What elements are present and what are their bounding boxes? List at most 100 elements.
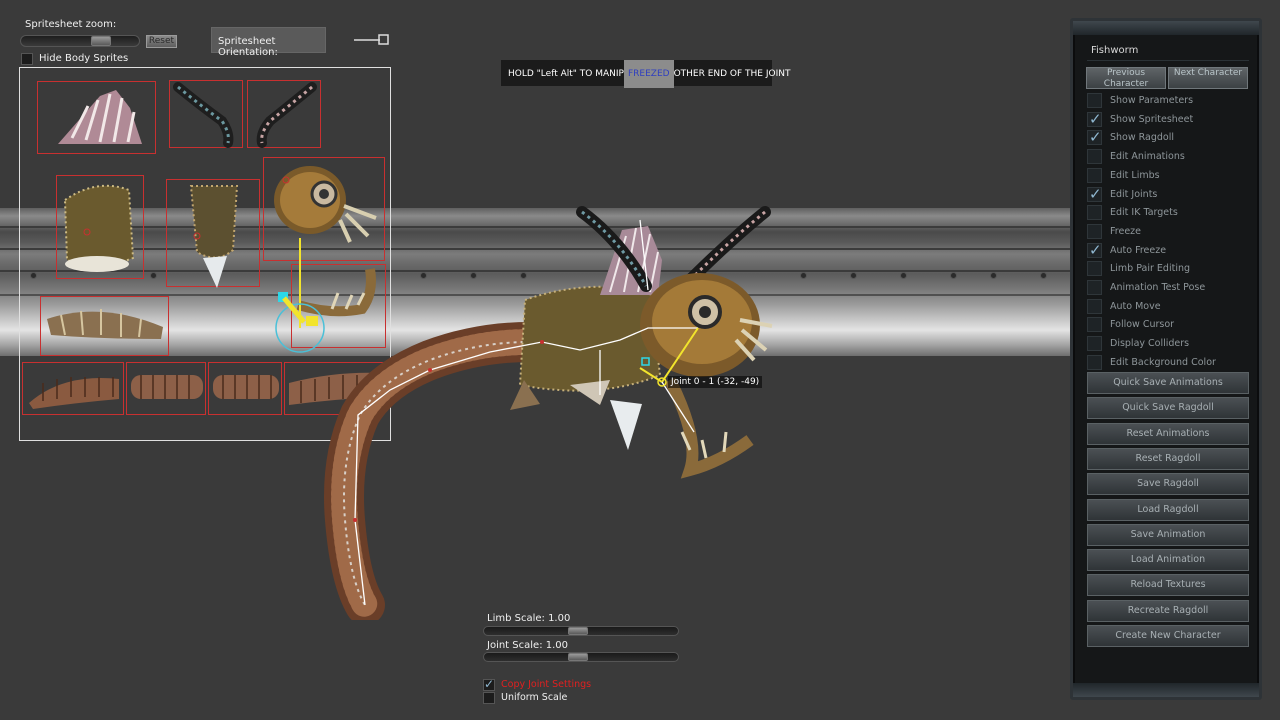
option-label: Edit Joints	[1110, 188, 1158, 200]
joint-scale-slider[interactable]	[483, 652, 679, 662]
body-scale-sprite-icon	[63, 184, 135, 272]
option-checkbox[interactable]	[1087, 93, 1102, 108]
option-checkbox[interactable]	[1087, 317, 1102, 333]
option-row[interactable]: Auto Move	[1087, 298, 1257, 316]
spritesheet-orientation-button[interactable]: Spritesheet Orientation:	[211, 27, 326, 58]
option-checkbox[interactable]	[1087, 241, 1102, 259]
limb-scale-slider[interactable]	[483, 626, 679, 636]
next-character-button[interactable]: Next Character	[1168, 67, 1248, 89]
option-label: Freeze	[1110, 225, 1141, 237]
option-row[interactable]: Edit Limbs	[1087, 167, 1257, 185]
spritesheet-zoom-label: Spritesheet zoom:	[25, 19, 117, 30]
option-label: Auto Move	[1110, 300, 1161, 312]
action-button[interactable]: Reset Ragdoll	[1087, 447, 1249, 470]
option-row[interactable]: Edit Background Color	[1087, 354, 1257, 372]
option-label: Show Parameters	[1110, 95, 1194, 106]
option-row[interactable]: Display Colliders	[1087, 335, 1257, 353]
rivet	[950, 272, 957, 279]
option-label: Limb Pair Editing	[1110, 263, 1191, 275]
action-button[interactable]: Quick Save Animations	[1087, 372, 1249, 394]
sprite-worm-segment-1[interactable]	[22, 362, 124, 415]
option-row[interactable]: Show Parameters	[1087, 92, 1257, 110]
fishworm-ragdoll[interactable]	[310, 200, 810, 620]
option-row[interactable]: Animation Test Pose	[1087, 279, 1257, 297]
option-row[interactable]: Edit Joints	[1087, 185, 1257, 204]
option-row[interactable]: Freeze	[1087, 223, 1257, 241]
option-label: Edit IK Targets	[1110, 207, 1178, 219]
option-label: Edit Animations	[1110, 151, 1185, 163]
option-checkbox[interactable]	[1087, 336, 1102, 352]
hint-text-after: OTHER END OF THE JOINT	[673, 69, 791, 79]
action-button[interactable]: Save Ragdoll	[1087, 473, 1249, 496]
action-button[interactable]: Save Animation	[1087, 523, 1249, 546]
option-row[interactable]: Edit IK Targets	[1087, 204, 1257, 222]
option-label: Show Spritesheet	[1110, 113, 1194, 125]
horn-sprite-icon	[173, 82, 234, 148]
rivet	[990, 272, 997, 279]
option-checkbox[interactable]	[1087, 205, 1102, 221]
horn-sprite-icon	[256, 82, 317, 148]
action-button[interactable]: Reset Animations	[1087, 422, 1249, 445]
sprite-body-rear[interactable]	[166, 179, 260, 288]
panel-top-frame	[1073, 21, 1259, 35]
option-row[interactable]: Limb Pair Editing	[1087, 260, 1257, 278]
option-label: Animation Test Pose	[1110, 282, 1206, 293]
action-button[interactable]: Load Animation	[1087, 549, 1249, 572]
option-checkbox[interactable]	[1087, 185, 1102, 203]
option-label: Follow Cursor	[1110, 319, 1175, 331]
option-checkbox[interactable]	[1087, 280, 1102, 295]
slider-knob[interactable]	[568, 653, 588, 661]
spritesheet-zoom-slider[interactable]	[20, 35, 140, 47]
slider-knob[interactable]	[568, 627, 588, 635]
action-button[interactable]: Quick Save Ragdoll	[1087, 397, 1249, 420]
character-editor-panel: Fishworm Previous Character Next Charact…	[1070, 18, 1262, 700]
worm-segment-sprite-icon	[131, 375, 203, 399]
option-row[interactable]: Auto Freeze	[1087, 241, 1257, 260]
action-button[interactable]: Create New Character	[1087, 625, 1249, 647]
worm-segment-sprite-icon	[29, 377, 119, 409]
option-checkbox[interactable]	[1087, 149, 1102, 165]
action-button[interactable]: Reload Textures	[1087, 574, 1249, 597]
option-row[interactable]: Edit Animations	[1087, 148, 1257, 166]
option-row[interactable]: Follow Cursor	[1087, 316, 1257, 334]
joint-scale-label: Joint Scale: 1.00	[487, 640, 569, 651]
uniform-scale-checkbox[interactable]	[483, 692, 495, 704]
previous-character-button[interactable]: Previous Character	[1086, 67, 1166, 89]
hide-body-sprites-checkbox[interactable]	[21, 53, 33, 65]
option-checkbox[interactable]	[1087, 128, 1102, 146]
sprite-dorsal-fin[interactable]	[37, 81, 156, 154]
sprite-horn-right[interactable]	[247, 80, 321, 148]
zoom-reset-button[interactable]: Reset	[146, 35, 177, 48]
option-label: Edit Background Color	[1110, 356, 1216, 368]
option-checkbox[interactable]	[1087, 223, 1102, 239]
sprite-horn-left[interactable]	[169, 80, 243, 148]
character-name: Fishworm	[1087, 45, 1249, 61]
option-checkbox[interactable]	[1087, 167, 1102, 183]
slider-knob[interactable]	[91, 36, 111, 46]
option-label: Display Colliders	[1110, 338, 1190, 350]
action-button[interactable]: Recreate Ragdoll	[1087, 599, 1249, 622]
rivet	[900, 272, 907, 279]
dorsal-fin-sprite-icon	[58, 90, 142, 144]
option-row[interactable]: Show Ragdoll	[1087, 128, 1257, 147]
option-checkbox[interactable]	[1087, 261, 1102, 277]
hint-text-before: HOLD "Left Alt" TO MANIP	[508, 69, 624, 79]
option-label: Edit Limbs	[1110, 169, 1160, 181]
sprite-body-front[interactable]	[56, 175, 144, 279]
option-checkbox[interactable]	[1087, 298, 1102, 314]
orientation-handle[interactable]	[354, 33, 390, 47]
worm-segment-sprite-icon	[213, 375, 279, 399]
sprite-worm-segment-2[interactable]	[126, 362, 206, 415]
copy-joint-settings-option[interactable]: Copy Joint Settings	[483, 677, 623, 692]
sprite-worm-segment-3[interactable]	[208, 362, 282, 415]
option-checkbox[interactable]	[1087, 110, 1102, 128]
action-button[interactable]: Load Ragdoll	[1087, 498, 1249, 521]
sprite-tail-fin[interactable]	[40, 296, 169, 356]
uniform-scale-label: Uniform Scale	[501, 692, 568, 703]
copy-joint-settings-checkbox[interactable]	[483, 677, 495, 691]
option-checkbox[interactable]	[1087, 354, 1102, 370]
rivet	[1040, 272, 1047, 279]
uniform-scale-option[interactable]: Uniform Scale	[483, 692, 623, 705]
option-label: Show Ragdoll	[1110, 132, 1175, 144]
option-row[interactable]: Show Spritesheet	[1087, 110, 1257, 129]
